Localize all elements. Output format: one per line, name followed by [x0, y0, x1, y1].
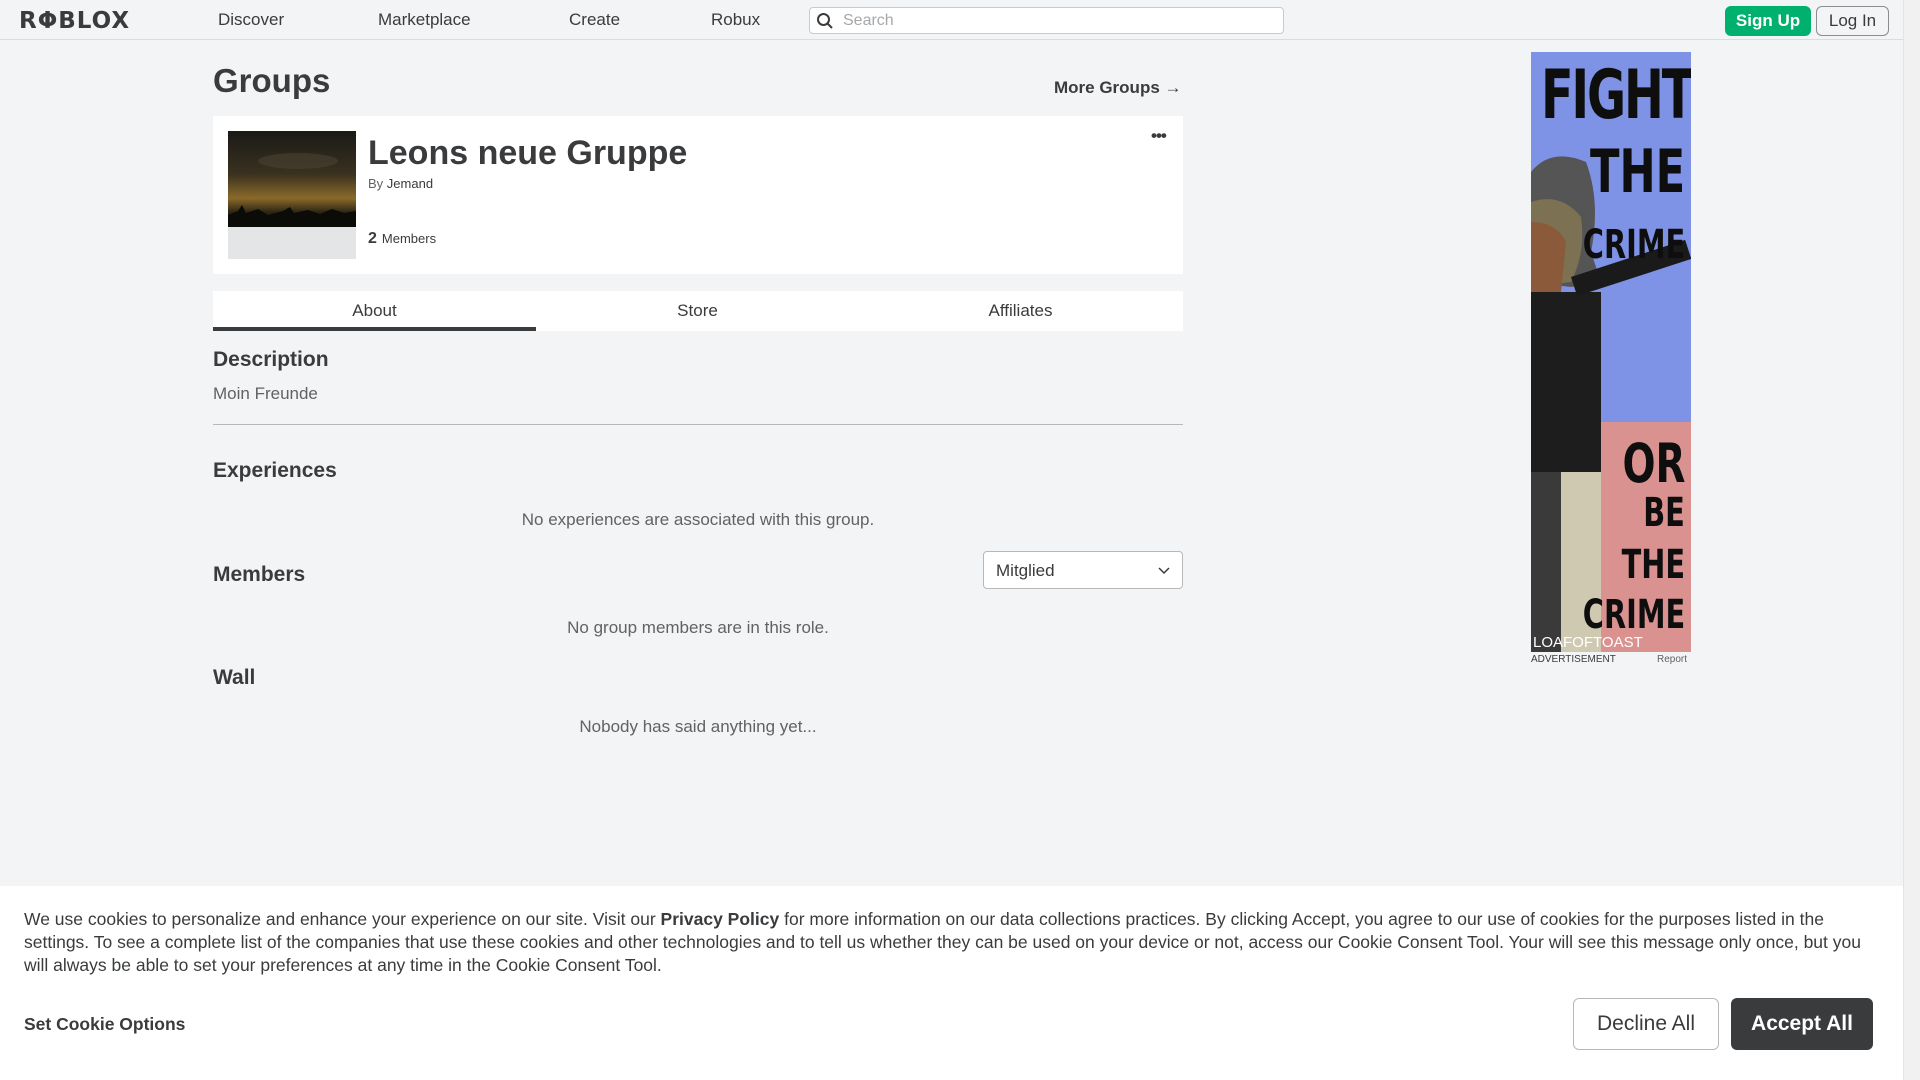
nav-marketplace[interactable]: Marketplace — [378, 10, 471, 30]
page-scrollbar[interactable] — [1903, 0, 1920, 1080]
set-cookie-options-link[interactable]: Set Cookie Options — [24, 1014, 185, 1035]
ad-word: THE — [1621, 542, 1685, 588]
section-divider — [213, 424, 1183, 425]
cookie-consent-banner: We use cookies to personalize and enhanc… — [0, 886, 1903, 1080]
nav-robux[interactable]: Robux — [711, 10, 760, 30]
group-description: Moin Freunde — [213, 384, 318, 403]
wall-empty-message: Nobody has said anything yet... — [579, 717, 817, 736]
experiences-empty-message: No experiences are associated with this … — [521, 510, 875, 529]
group-emblem-image — [228, 131, 356, 259]
accept-all-button[interactable]: Accept All — [1731, 998, 1873, 1050]
role-dropdown-value: Mitglied — [996, 561, 1055, 580]
advertisement-banner[interactable]: FIGHT THE CRIME OR BE THE CRIME LOAFOFTO… — [1531, 52, 1691, 652]
nav-create[interactable]: Create — [569, 10, 620, 30]
ad-credit: LOAFOFTOAST — [1533, 634, 1643, 651]
by-label: By — [368, 176, 384, 191]
member-count-value: 2 — [368, 230, 377, 247]
ad-word: CRIME — [1582, 592, 1685, 638]
ad-word: BE — [1643, 490, 1685, 536]
search-icon — [817, 13, 833, 29]
nav-discover[interactable]: Discover — [218, 10, 284, 30]
page-title: Groups — [213, 62, 331, 99]
more-groups-link[interactable]: More Groups → — [1054, 78, 1182, 98]
cookie-text-part: We use cookies to personalize and enhanc… — [24, 909, 661, 929]
report-ad-link[interactable]: Report — [1657, 654, 1687, 665]
top-navigation-bar: RΦBLOX Discover Marketplace Create Robux… — [0, 0, 1903, 40]
roblox-logo[interactable]: RΦBLOX — [19, 8, 130, 34]
search-box[interactable] — [809, 7, 1284, 34]
members-empty-message: No group members are in this role. — [567, 618, 829, 637]
cookie-consent-text: We use cookies to personalize and enhanc… — [24, 908, 1884, 977]
search-input[interactable] — [843, 10, 1263, 31]
ad-word: OR — [1622, 432, 1685, 495]
sign-up-button[interactable]: Sign Up — [1725, 6, 1811, 36]
tab-store[interactable]: Store — [536, 291, 859, 331]
ad-word: THE — [1589, 137, 1685, 207]
member-count: 2 Members — [368, 230, 436, 248]
group-owner-line: By Jemand — [368, 176, 433, 191]
member-count-label: Members — [381, 231, 437, 246]
members-heading: Members — [213, 563, 306, 586]
group-name: Leons neue Gruppe — [368, 134, 688, 172]
more-options-icon[interactable]: ••• — [1151, 126, 1167, 146]
tab-affiliates[interactable]: Affiliates — [859, 291, 1182, 331]
group-owner-link[interactable]: Jemand — [387, 176, 433, 191]
advertisement-text: FIGHT THE CRIME OR BE THE CRIME LOAFOFTO… — [1533, 52, 1691, 652]
ad-word: FIGHT — [1541, 56, 1691, 135]
wall-heading: Wall — [213, 666, 256, 689]
experiences-heading: Experiences — [213, 459, 337, 482]
ad-word: CRIME — [1582, 222, 1685, 268]
group-header-card: Leons neue Gruppe By Jemand 2 Members ••• — [213, 116, 1183, 274]
decline-all-button[interactable]: Decline All — [1573, 998, 1719, 1050]
tab-about[interactable]: About — [213, 291, 536, 331]
role-dropdown[interactable]: Mitglied — [983, 551, 1183, 589]
log-in-button[interactable]: Log In — [1816, 6, 1889, 36]
group-tabs: About Store Affiliates — [213, 291, 1183, 331]
privacy-policy-link[interactable]: Privacy Policy — [661, 909, 780, 929]
description-heading: Description — [213, 348, 329, 371]
advertisement-label: ADVERTISEMENT — [1531, 654, 1616, 665]
chevron-down-icon — [1158, 567, 1170, 575]
